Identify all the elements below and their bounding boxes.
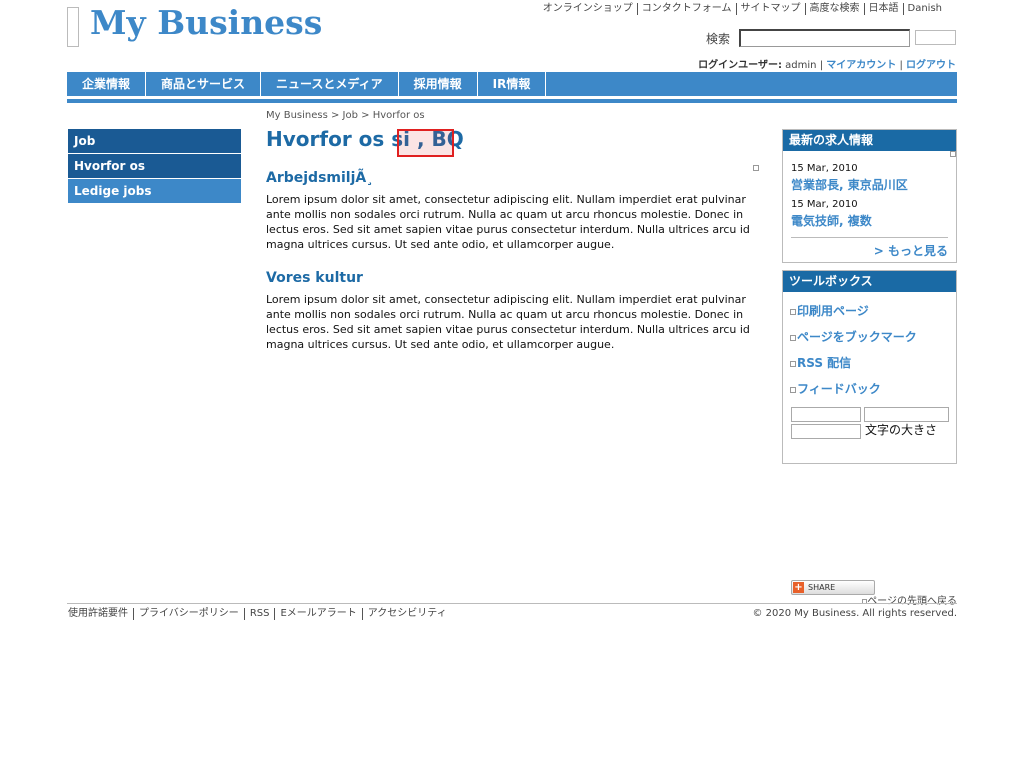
my-account-link[interactable]: マイアカウント — [826, 60, 896, 71]
top-link-online-shop[interactable]: オンラインショップ — [539, 3, 637, 15]
nav-item-careers[interactable]: 採用情報 — [399, 72, 478, 96]
jobs-widget: 最新の求人情報 15 Mar, 2010 営業部長, 東京品川区 15 Mar,… — [782, 129, 957, 263]
more-jobs-link[interactable]: > もっと見る — [791, 237, 948, 259]
share-label: SHARE — [808, 583, 836, 592]
font-size-label: 文字の大きさ — [865, 423, 938, 437]
nav-item-news[interactable]: ニュースとメディア — [261, 72, 399, 96]
selection-highlight — [397, 129, 454, 157]
bullet-icon — [790, 360, 796, 367]
logo-frame — [67, 7, 79, 47]
top-links: オンラインショップ コンタクトフォーム サイトマップ 高度な検索 日本語 Dan… — [539, 3, 946, 15]
footer-link-privacy[interactable]: プライバシーポリシー — [133, 608, 244, 620]
nav-item-ir[interactable]: IR情報 — [478, 72, 547, 96]
nav-item-company[interactable]: 企業情報 — [67, 72, 147, 96]
feedback-label: フィードバック — [797, 382, 881, 396]
top-link-danish[interactable]: Danish — [902, 3, 947, 15]
rss-feed-label: RSS 配信 — [797, 356, 852, 370]
toolbox-widget: ツールボックス 印刷用ページ ページをブックマーク RSS 配信 フィードバック… — [782, 270, 957, 595]
bullet-icon — [790, 334, 796, 341]
main-nav: 企業情報 商品とサービス ニュースとメディア 採用情報 IR情報 — [67, 72, 957, 96]
toolbox-field[interactable] — [864, 407, 949, 422]
section-heading: Vores kultur — [266, 270, 363, 286]
sidebar-item-hvorfor-os[interactable]: Hvorfor os — [67, 154, 241, 178]
sidebar-item-ledige-jobs[interactable]: Ledige jobs — [67, 179, 241, 203]
login-separator: | — [819, 60, 824, 71]
sidebar-item-job[interactable]: Job — [67, 129, 241, 153]
top-link-contact-form[interactable]: コンタクトフォーム — [636, 3, 736, 15]
job-date: 15 Mar, 2010 — [791, 199, 858, 210]
job-date: 15 Mar, 2010 — [791, 163, 858, 174]
job-link[interactable]: 電気技師, 複数 — [791, 214, 872, 228]
search-input[interactable] — [739, 29, 910, 47]
breadcrumb: My Business > Job > Hvorfor os — [266, 110, 425, 121]
expand-icon[interactable] — [950, 151, 956, 157]
rss-feed-link[interactable]: RSS 配信 — [790, 350, 956, 376]
login-info: ログインユーザー: admin | マイアカウント | ログアウト — [698, 56, 956, 71]
section-heading: ArbejdsmiljÃ¸ — [266, 170, 374, 186]
top-link-japanese[interactable]: 日本語 — [863, 3, 903, 15]
back-to-top-link[interactable]: ページの先頭へ戻る — [862, 592, 957, 607]
nav-item-products[interactable]: 商品とサービス — [146, 72, 262, 96]
footer-divider — [67, 603, 957, 604]
footer-link-terms[interactable]: 使用許諾要件 — [67, 608, 133, 620]
feedback-link[interactable]: フィードバック — [790, 376, 956, 402]
toolbox-field[interactable] — [791, 407, 861, 422]
back-to-top-label: ページの先頭へ戻る — [867, 596, 957, 607]
search-button[interactable] — [915, 30, 956, 45]
copyright: © 2020 My Business. All rights reserved. — [752, 608, 957, 619]
logout-link[interactable]: ログアウト — [906, 60, 956, 71]
top-link-advanced-search[interactable]: 高度な検索 — [804, 3, 864, 15]
toolbox-field[interactable] — [791, 424, 861, 439]
bookmark-page-link[interactable]: ページをブックマーク — [790, 324, 956, 350]
job-link[interactable]: 営業部長, 東京品川区 — [791, 178, 908, 192]
login-separator: | — [899, 60, 903, 71]
footer-link-rss[interactable]: RSS — [243, 608, 275, 620]
bullet-icon — [790, 386, 796, 393]
section-body: Lorem ipsum dolor sit amet, consectetur … — [266, 293, 750, 351]
nav-underline — [67, 99, 957, 103]
login-label: ログインユーザー: — [698, 60, 782, 71]
site-logo[interactable]: My Business — [90, 3, 322, 42]
top-link-sitemap[interactable]: サイトマップ — [735, 3, 805, 15]
plus-icon: + — [793, 582, 804, 593]
toolbox-title: ツールボックス — [783, 271, 956, 292]
login-username: admin — [785, 60, 817, 71]
jobs-widget-title: 最新の求人情報 — [783, 130, 956, 151]
print-page-link[interactable]: 印刷用ページ — [790, 298, 956, 324]
footer-links: 使用許諾要件 プライバシーポリシー RSS Eメールアラート アクセシビリティ — [67, 608, 452, 620]
footer-link-email-alert[interactable]: Eメールアラート — [274, 608, 361, 620]
section-body: Lorem ipsum dolor sit amet, consectetur … — [266, 193, 750, 251]
bookmark-page-label: ページをブックマーク — [797, 330, 917, 344]
footer-link-accessibility[interactable]: アクセシビリティ — [361, 608, 452, 620]
bullet-icon — [790, 308, 796, 315]
expand-icon[interactable] — [753, 165, 759, 171]
print-page-label: 印刷用ページ — [797, 304, 869, 318]
sidebar-menu: Job Hvorfor os Ledige jobs — [67, 129, 241, 204]
search-label: 検索 — [706, 32, 731, 46]
